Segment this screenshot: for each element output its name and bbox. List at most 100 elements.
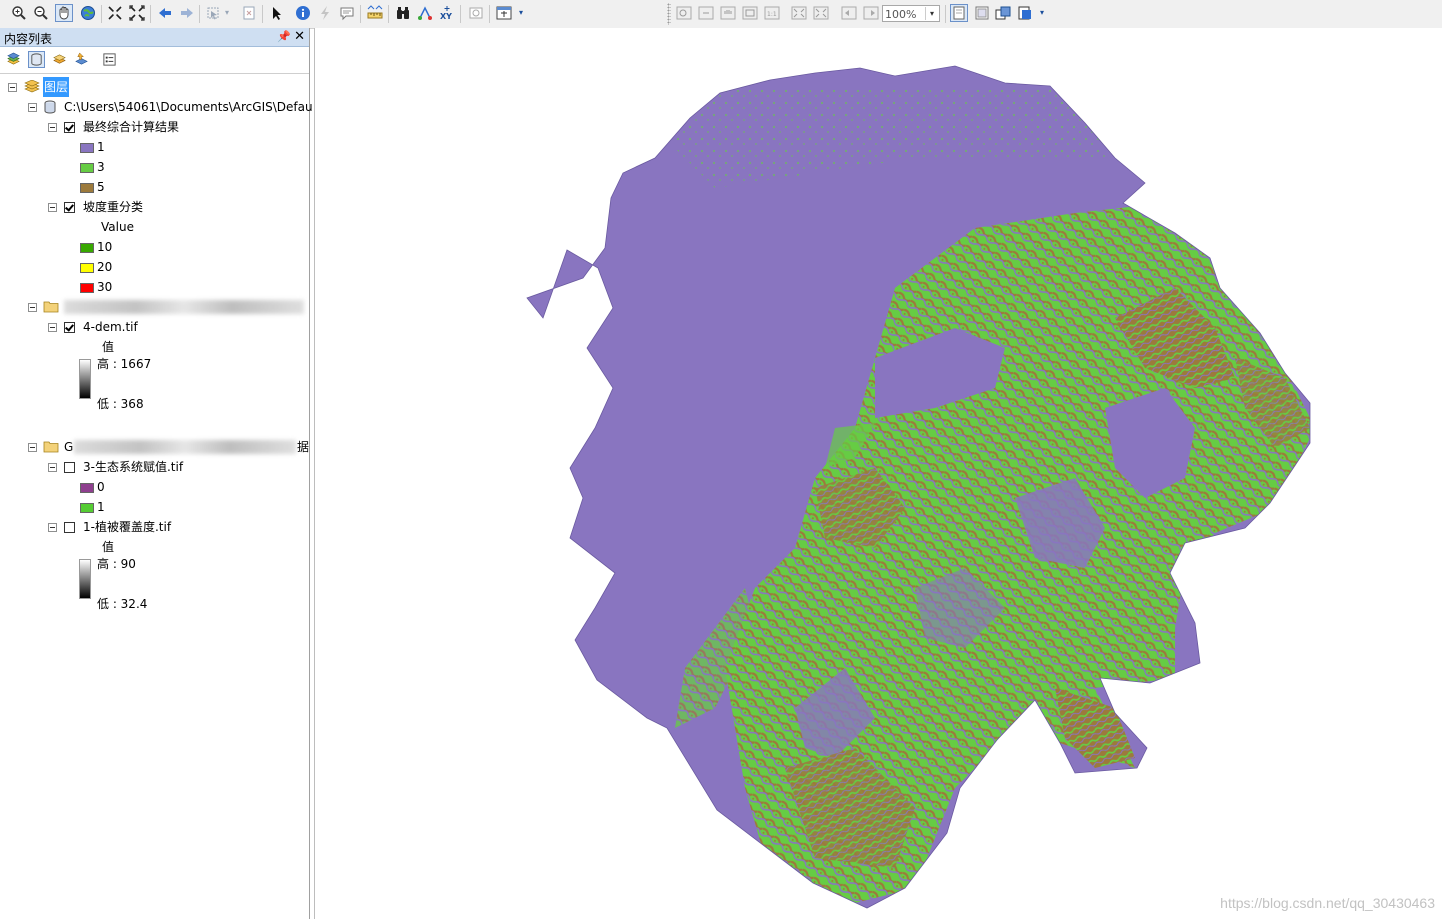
layout-forward-icon[interactable] <box>862 4 880 22</box>
legend-swatch-green <box>80 163 94 173</box>
list-by-source-icon[interactable] <box>28 51 45 68</box>
measure-ruler-icon[interactable] <box>366 4 384 22</box>
layer-vegetation-checkbox[interactable] <box>64 522 75 533</box>
back-arrow-icon[interactable] <box>156 4 174 22</box>
zoom-out-icon[interactable] <box>32 4 50 22</box>
select-dropdown-icon[interactable]: ▾ <box>222 4 232 22</box>
layers-root-label: 图层 <box>43 77 70 97</box>
zoom-100-icon[interactable]: 1:1 <box>763 4 781 22</box>
focus-data-frame-icon[interactable] <box>973 4 991 22</box>
find-binoculars-icon[interactable] <box>394 4 412 22</box>
pin-icon[interactable]: 📌 <box>277 30 291 43</box>
toc-title: 内容列表 <box>4 32 53 46</box>
legend-label: 0 <box>97 480 105 494</box>
zoom-in-icon[interactable] <box>10 4 28 22</box>
folder-2-suffix: 据 <box>297 440 310 454</box>
toc-toolbar <box>0 47 309 74</box>
svg-text:XY: XY <box>440 12 452 21</box>
layout-zoom-in-icon[interactable] <box>675 4 693 22</box>
layout-zoom-out-icon[interactable] <box>697 4 715 22</box>
legend-low-label: 低 : 368 <box>97 397 144 411</box>
go-to-xy-icon[interactable]: XY <box>438 4 456 22</box>
collapse-layer-final[interactable] <box>48 123 57 132</box>
time-slider-icon[interactable] <box>467 4 485 22</box>
grayscale-ramp <box>79 559 91 599</box>
identify-info-icon[interactable] <box>294 4 312 22</box>
full-extent-globe-icon[interactable] <box>79 4 97 22</box>
close-icon[interactable]: ✕ <box>294 29 305 44</box>
html-popup-icon[interactable] <box>338 4 356 22</box>
fixed-zoom-out-icon[interactable] <box>128 4 146 22</box>
find-route-icon[interactable] <box>416 4 434 22</box>
legend-label: 1 <box>97 140 105 154</box>
layout-toolbar-overflow-icon[interactable]: ▾ <box>1038 4 1046 22</box>
select-elements-arrow-icon[interactable] <box>268 4 286 22</box>
map-view[interactable]: https://blog.csdn.net/qq_30430463 <box>314 28 1442 919</box>
raster-map[interactable] <box>315 28 1442 919</box>
layer-vegetation-name[interactable]: 1-植被覆盖度.tif <box>83 517 171 537</box>
list-by-selection-icon[interactable] <box>73 51 90 68</box>
list-by-visibility-icon[interactable] <box>51 51 68 68</box>
layer-ecosystem-checkbox[interactable] <box>64 462 75 473</box>
select-features-icon[interactable] <box>204 4 222 22</box>
layout-pan-icon[interactable] <box>719 4 737 22</box>
toolbar-grip[interactable] <box>667 3 671 25</box>
fixed-zoom-in-icon[interactable] <box>106 4 124 22</box>
layer-final-name[interactable]: 最终综合计算结果 <box>83 117 179 137</box>
collapse-layer-dem[interactable] <box>48 323 57 332</box>
collapse-folder-1[interactable] <box>28 303 37 312</box>
layer-slope-checkbox[interactable] <box>64 202 75 213</box>
layer-dem-checkbox[interactable] <box>64 322 75 333</box>
toggle-draft-mode-icon[interactable] <box>950 4 968 22</box>
collapse-layer-slope[interactable] <box>48 203 57 212</box>
layer-final-checkbox[interactable] <box>64 122 75 133</box>
create-viewer-window-icon[interactable] <box>495 4 513 22</box>
folder-2-prefix: G <box>64 440 74 454</box>
clear-selection-icon[interactable] <box>240 4 258 22</box>
list-by-drawing-order-icon[interactable] <box>5 51 22 68</box>
legend-label: 10 <box>97 240 113 254</box>
layers-stack-icon <box>24 80 40 93</box>
toc-title-bar: 内容列表 📌 ✕ <box>0 28 309 47</box>
chevron-down-icon[interactable]: ▾ <box>925 7 938 20</box>
pan-hand-icon[interactable] <box>55 4 73 22</box>
main-toolbar: ▾ XY ▾ 1:1 100% ▾ ▾ <box>0 0 1442 29</box>
legend-label: 20 <box>97 260 113 274</box>
fixed-zoom-out-layout-icon[interactable] <box>812 4 830 22</box>
layer-slope-name[interactable]: 坡度重分类 <box>83 197 143 217</box>
collapse-layer-vegetation[interactable] <box>48 523 57 532</box>
forward-arrow-icon[interactable] <box>178 4 196 22</box>
collapse-folder-2[interactable] <box>28 443 37 452</box>
folder-icon[interactable] <box>43 300 59 313</box>
legend-label: 3 <box>97 160 105 174</box>
redacted-folder-path <box>74 440 296 454</box>
layout-back-icon[interactable] <box>840 4 858 22</box>
legend-swatch-red <box>80 283 94 293</box>
legend-swatch-green <box>80 503 94 513</box>
region-raster <box>527 66 1310 908</box>
legend-swatch-brown <box>80 183 94 193</box>
zoom-whole-page-icon[interactable] <box>741 4 759 22</box>
options-icon[interactable] <box>101 51 118 68</box>
toolbar-overflow-icon[interactable]: ▾ <box>517 4 525 22</box>
legend-high-label: 高 : 90 <box>97 557 136 571</box>
change-layout-icon[interactable] <box>994 4 1012 22</box>
folder-icon[interactable] <box>43 440 59 453</box>
legend-swatch-green <box>80 243 94 253</box>
collapse-layers-root[interactable] <box>8 83 17 92</box>
legend-field-heading: Value <box>101 220 134 234</box>
layer-ecosystem-name[interactable]: 3-生态系统赋值.tif <box>83 457 183 477</box>
layout-zoom-value: 100% <box>885 8 917 21</box>
legend-swatch-purple <box>80 143 94 153</box>
legend-label: 1 <box>97 500 105 514</box>
layer-dem-name[interactable]: 4-dem.tif <box>83 317 138 337</box>
collapse-workspace[interactable] <box>28 103 37 112</box>
watermark: https://blog.csdn.net/qq_30430463 <box>1220 895 1435 911</box>
data-driven-pages-icon[interactable] <box>1016 4 1034 22</box>
collapse-layer-ecosystem[interactable] <box>48 463 57 472</box>
legend-low-label: 低 : 32.4 <box>97 597 148 611</box>
layout-zoom-combobox[interactable]: 100% ▾ <box>882 5 940 22</box>
redacted-folder-path <box>64 300 304 314</box>
fixed-zoom-in-layout-icon[interactable] <box>790 4 808 22</box>
hyperlink-bolt-icon[interactable] <box>316 4 334 22</box>
